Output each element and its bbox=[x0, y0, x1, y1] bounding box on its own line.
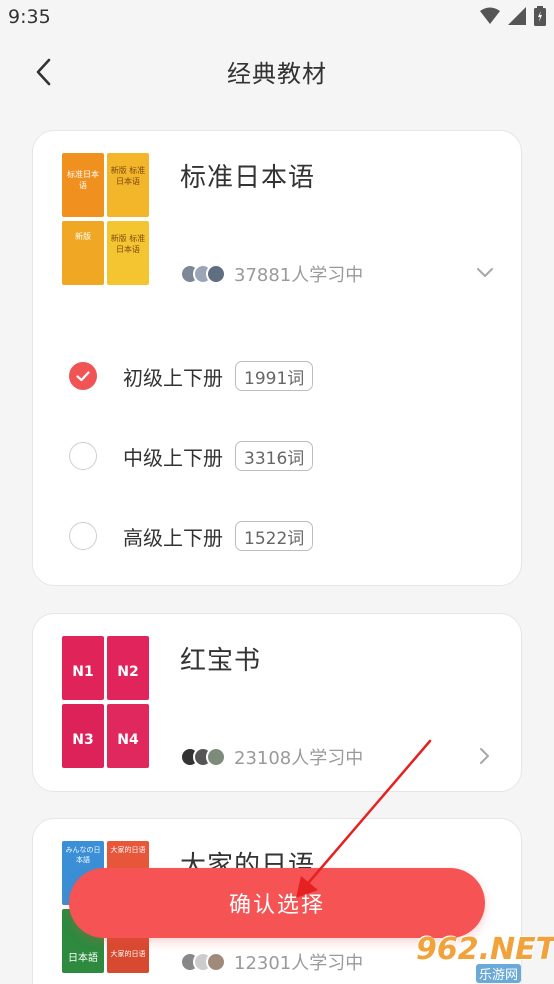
chevron-down-icon bbox=[477, 268, 493, 277]
level-option-advanced[interactable]: 高级上下册 1522词 bbox=[69, 516, 314, 556]
learners-info: 12301人学习中 bbox=[180, 949, 363, 975]
avatar-group bbox=[180, 264, 226, 284]
book-title: 标准日本语 bbox=[180, 163, 316, 193]
book-cover: 新版 标准日本语 bbox=[107, 153, 149, 217]
book-cover: 新版 bbox=[62, 221, 104, 285]
avatar bbox=[206, 264, 226, 284]
level-option-beginner[interactable]: 初级上下册 1991词 bbox=[69, 356, 314, 396]
check-icon bbox=[76, 370, 90, 381]
book-cover-thumbnail[interactable]: N1 N2 N3 N4 bbox=[62, 636, 149, 772]
avatar-group bbox=[180, 747, 226, 767]
watermark-logo: 962.NET bbox=[416, 932, 554, 967]
level-label: 中级上下册 bbox=[123, 445, 223, 470]
avatar-group bbox=[180, 952, 226, 972]
level-option-intermediate[interactable]: 中级上下册 3316词 bbox=[69, 436, 314, 476]
learners-info: 37881人学习中 bbox=[180, 261, 363, 287]
word-count-badge: 1991词 bbox=[235, 361, 314, 391]
learners-info: 23108人学习中 bbox=[180, 744, 363, 770]
book-cover-thumbnail[interactable]: 标准日本语 新版 标准日本语 新版 新版 标准日本语 bbox=[62, 153, 149, 289]
battery-icon bbox=[534, 6, 546, 26]
wifi-icon bbox=[480, 7, 500, 24]
learners-count: 23108人学习中 bbox=[234, 748, 364, 769]
book-cover: 新版 标准日本语 bbox=[107, 221, 149, 285]
status-time: 9:35 bbox=[8, 6, 51, 28]
expand-toggle[interactable] bbox=[475, 263, 495, 283]
book-cover: N2 bbox=[107, 636, 149, 700]
radio-unchecked[interactable] bbox=[69, 522, 97, 550]
book-cover: N1 bbox=[62, 636, 104, 700]
word-count-badge: 1522词 bbox=[235, 521, 314, 551]
confirm-selection-button[interactable]: 确认选择 bbox=[69, 868, 485, 938]
book-cover: N4 bbox=[107, 704, 149, 768]
open-arrow[interactable] bbox=[475, 746, 495, 766]
radio-checked[interactable] bbox=[69, 362, 97, 390]
radio-unchecked[interactable] bbox=[69, 442, 97, 470]
learners-count: 37881人学习中 bbox=[234, 265, 364, 286]
signal-icon bbox=[508, 7, 526, 25]
level-label: 初级上下册 bbox=[123, 365, 223, 390]
status-icons bbox=[480, 6, 546, 26]
status-bar: 9:35 bbox=[0, 0, 554, 38]
book-cover: N3 bbox=[62, 704, 104, 768]
avatar bbox=[206, 747, 226, 767]
book-title: 红宝书 bbox=[180, 646, 262, 676]
book-card-standard-japanese: 标准日本语 新版 标准日本语 新版 新版 标准日本语 标准日本语 37881人学… bbox=[32, 130, 522, 586]
book-card-red-book[interactable]: N1 N2 N3 N4 红宝书 23108人学习中 bbox=[32, 613, 522, 792]
book-cover: 标准日本语 bbox=[62, 153, 104, 217]
level-label: 高级上下册 bbox=[123, 525, 223, 550]
site-watermark: 962.NET 乐游网 bbox=[408, 930, 554, 984]
header: 经典教材 bbox=[0, 40, 554, 104]
chevron-right-icon bbox=[480, 748, 489, 764]
page-title: 经典教材 bbox=[227, 60, 327, 88]
word-count-badge: 3316词 bbox=[235, 441, 314, 471]
avatar bbox=[206, 952, 226, 972]
learners-count: 12301人学习中 bbox=[234, 953, 364, 974]
watermark-sub: 乐游网 bbox=[476, 964, 522, 983]
